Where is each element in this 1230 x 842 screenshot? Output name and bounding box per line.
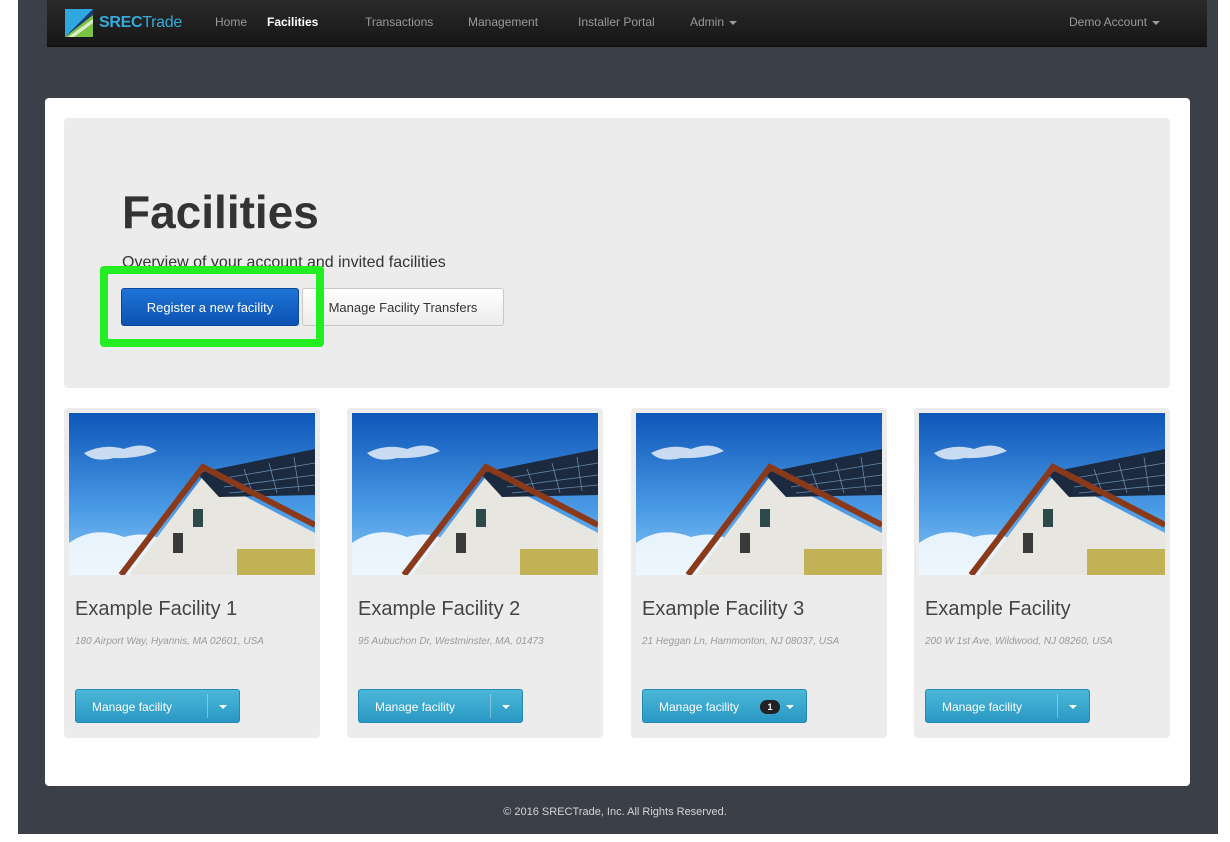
chevron-down-icon[interactable] [786, 705, 794, 709]
facility-address: 21 Heggan Ln, Hammonton, NJ 08037, USA [642, 636, 840, 647]
nav-admin-dropdown[interactable]: Admin [690, 15, 738, 29]
manage-facility-button[interactable]: Manage facility 1 [642, 689, 807, 723]
manage-facility-label: Manage facility [659, 700, 740, 714]
button-divider [207, 694, 208, 718]
facility-title: Example Facility [925, 598, 1071, 620]
facility-address: 180 Airport Way, Hyannis, MA 02601, USA [75, 636, 264, 647]
facility-title: Example Facility 2 [358, 598, 521, 620]
top-navbar: SRECTrade Home Facilities Transactions M… [47, 0, 1207, 47]
manage-facility-label: Manage facility [942, 700, 1023, 714]
chevron-down-icon[interactable] [1069, 705, 1077, 709]
manage-facility-button[interactable]: Manage facility [358, 689, 523, 723]
facility-image [69, 413, 315, 575]
facility-address: 95 Aubuchon Dr, Westminster, MA, 01473 [358, 636, 544, 647]
facility-image [352, 413, 598, 575]
window-frame-bottom [0, 834, 1230, 842]
window-frame-left [0, 0, 18, 842]
brand[interactable]: SRECTrade [65, 9, 182, 37]
manage-transfers-button[interactable]: Manage Facility Transfers [302, 288, 504, 326]
facility-card: Example Facility 3 21 Heggan Ln, Hammont… [631, 408, 887, 738]
facility-card: Example Facility 200 W 1st Ave, Wildwood… [914, 408, 1170, 738]
facilities-header: Facilities Overview of your account and … [64, 118, 1170, 388]
nav-home[interactable]: Home [215, 15, 247, 29]
nav-installer-portal[interactable]: Installer Portal [578, 15, 655, 29]
page-title: Facilities [122, 186, 319, 238]
manage-facility-button[interactable]: Manage facility [925, 689, 1090, 723]
notification-badge: 1 [760, 700, 780, 714]
facility-card: Example Facility 2 95 Aubuchon Dr, Westm… [347, 408, 603, 738]
nav-transactions[interactable]: Transactions [365, 15, 433, 29]
facility-image [636, 413, 882, 575]
nav-management[interactable]: Management [468, 15, 538, 29]
footer-copyright: © 2016 SRECTrade, Inc. All Rights Reserv… [503, 806, 727, 818]
manage-facility-label: Manage facility [375, 700, 456, 714]
button-divider [490, 694, 491, 718]
brand-name: SRECTrade [99, 14, 182, 31]
chevron-down-icon [1152, 20, 1161, 25]
chevron-down-icon [729, 20, 738, 25]
manage-facility-button[interactable]: Manage facility [75, 689, 240, 723]
main-panel: Facilities Overview of your account and … [45, 98, 1190, 786]
manage-facility-label: Manage facility [92, 700, 173, 714]
facility-title: Example Facility 1 [75, 598, 238, 620]
facility-card: Example Facility 1 180 Airport Way, Hyan… [64, 408, 320, 738]
chevron-down-icon[interactable] [219, 705, 227, 709]
srectrade-logo-icon [65, 9, 93, 37]
facility-address: 200 W 1st Ave, Wildwood, NJ 08260, USA [925, 636, 1113, 647]
button-divider [1057, 694, 1058, 718]
register-facility-button[interactable]: Register a new facility [121, 288, 299, 326]
chevron-down-icon[interactable] [502, 705, 510, 709]
facility-title: Example Facility 3 [642, 598, 805, 620]
facility-image [919, 413, 1165, 575]
window-frame-right [1218, 0, 1230, 842]
nav-facilities[interactable]: Facilities [267, 15, 318, 29]
account-dropdown[interactable]: Demo Account [1069, 15, 1161, 29]
